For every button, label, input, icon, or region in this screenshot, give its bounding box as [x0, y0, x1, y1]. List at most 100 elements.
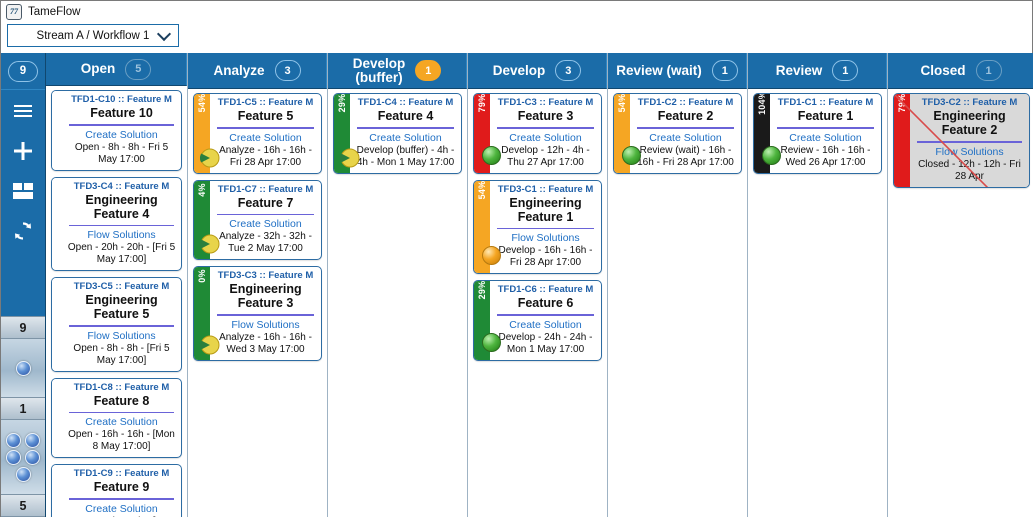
chevron-down-icon	[156, 26, 172, 41]
card-type: Create Solution	[649, 131, 722, 144]
card-meta: Develop (buffer) - 4h - 4h - Mon 1 May 1…	[356, 144, 455, 168]
column-body-develop: 79% TFD1-C3 :: Feature M Feature 3 Create S…	[468, 89, 607, 517]
card-progress-strip	[52, 91, 62, 170]
card-meta: Develop - 12h - 4h - Thu 27 Apr 17:00	[501, 144, 590, 168]
card[interactable]: TFD1-C9 :: Feature M Feature 9 Create Solu…	[51, 464, 182, 517]
sidebar-orb-panel-cluster[interactable]	[1, 420, 45, 494]
card-progress-percent: 54%	[197, 93, 207, 113]
card[interactable]: 4% TFD1-C7 :: Feature M Feature 7 Create So…	[193, 179, 322, 260]
card[interactable]: 29% TFD1-C4 :: Feature M Feature 4 Create S…	[333, 93, 462, 174]
card-code: TFD1-C5 :: Feature M	[217, 97, 314, 108]
window-title: TameFlow	[28, 5, 81, 18]
card-body: TFD1-C3 :: Feature M Feature 3 Create Solu…	[490, 94, 601, 173]
card-title: Engineering Feature 2	[933, 109, 1006, 137]
board-layout-icon[interactable]	[12, 180, 34, 202]
column-develop: Develop 379% TFD1-C3 :: Feature M Feature 3…	[468, 53, 608, 517]
card-pacman-icon	[200, 335, 220, 354]
sidebar-counter-1: 9	[1, 316, 45, 339]
stream-workflow-select[interactable]: Stream A / Workflow 1	[7, 24, 179, 47]
menu-icon[interactable]	[12, 100, 34, 122]
card-body: TFD3-C2 :: Feature M Engineering Feature …	[910, 94, 1029, 187]
card[interactable]: 0% TFD3-C3 :: Feature M Engineering Featur…	[193, 266, 322, 361]
sidebar: 9 9 1 5	[1, 53, 46, 517]
column-title: Develop (buffer)	[352, 55, 406, 85]
card-title: Feature 6	[517, 296, 574, 310]
card[interactable]: 54% TFD1-C2 :: Feature M Feature 2Create S…	[613, 93, 742, 174]
card-divider	[217, 314, 314, 316]
card-status-dot-icon	[482, 332, 501, 352]
card[interactable]: 29% TFD1-C6 :: Feature M Feature 6 Create S…	[473, 280, 602, 361]
card-meta: Analyze - 16h - 16h - Wed 3 May 17:00	[219, 331, 312, 355]
card-meta: Open - 8h - 8h - Fri 5 May 17:00	[74, 141, 169, 165]
orb-icon	[6, 449, 21, 465]
card-divider	[217, 213, 314, 215]
card[interactable]: TFD3-C4 :: Feature M Engineering Feature …	[51, 176, 182, 272]
card-body: TFD1-C8 :: Feature M Feature 8 Create Solu…	[62, 379, 181, 458]
column-wip-badge: 3	[274, 60, 301, 81]
card-type: Create Solution	[85, 128, 158, 141]
card-code: TFD1-C6 :: Feature M	[497, 284, 594, 295]
card[interactable]: 79% TFD1-C3 :: Feature M Feature 3 Create S…	[473, 93, 602, 174]
card-code: TFD1-C2 :: Feature M	[637, 97, 734, 108]
column-analyze: Analyze 3 54% TFD1-C5 :: Feature M Feature 5…	[188, 53, 328, 517]
card-body: TFD1-C10 :: Feature M Feature 10Create So…	[62, 91, 181, 170]
column-header-develop-buffer[interactable]: Develop (buffer) 1	[328, 53, 467, 89]
column-wip-badge: 1	[832, 60, 859, 81]
column-open: Open 5TFD1-C10 :: Feature M Feature 10Crea…	[46, 53, 188, 517]
card-code: TFD3-C2 :: Feature M	[921, 97, 1018, 108]
card[interactable]: 54% TFD1-C5 :: Feature M Feature 5 Create S…	[193, 93, 322, 174]
card[interactable]: TFD3-C5 :: Feature M Engineering Feature …	[51, 277, 182, 372]
card[interactable]: 104% TFD1-C1 :: Feature M Feature 1 Create …	[753, 93, 882, 174]
card-title: Feature 2	[657, 109, 714, 123]
orb-icon	[25, 432, 40, 448]
card-type: Flow Solutions	[231, 318, 300, 331]
card-pacman-icon	[200, 234, 220, 254]
card-progress-percent: 29%	[337, 93, 347, 113]
orb-cluster-icon	[6, 432, 41, 482]
tameflow-logo-icon: 77	[6, 3, 22, 20]
card-divider	[497, 314, 594, 316]
card-divider	[217, 127, 314, 129]
refresh-icon[interactable]	[12, 220, 34, 242]
card-progress-percent: 54%	[617, 93, 627, 113]
card-type: Create Solution	[229, 218, 302, 230]
card-divider	[69, 224, 174, 227]
sidebar-orb-panel-single[interactable]	[1, 339, 45, 397]
card-code: TFD1-C9 :: Feature M	[73, 468, 170, 480]
card-divider	[777, 127, 874, 129]
card-divider	[917, 141, 1022, 143]
column-header-review-wait[interactable]: Review (wait) 1	[608, 53, 747, 89]
column-title: Open	[80, 61, 116, 77]
card-meta: Open - 16h - 16h - [Mon 8 May 17:00]	[68, 429, 175, 453]
card-type: Flow Solutions	[87, 329, 156, 342]
card-pacman-icon	[200, 148, 220, 167]
add-icon[interactable]	[12, 140, 34, 162]
card-type: Create Solution	[789, 131, 862, 144]
column-header-closed[interactable]: Closed 1	[888, 53, 1033, 89]
card-title: Feature 10	[90, 106, 153, 121]
card-meta: Closed - 12h - 12h - Fri 28 Apr	[918, 158, 1021, 182]
card-divider	[637, 127, 734, 129]
card-divider	[69, 325, 174, 327]
card-type: Create Solution	[369, 131, 442, 144]
card-code: TFD1-C8 :: Feature M	[73, 381, 170, 393]
stream-workflow-value: Stream A / Workflow 1	[36, 29, 150, 42]
card[interactable]: TFD1-C8 :: Feature M Feature 8 Create Solu…	[51, 377, 182, 459]
card-meta: Analyze - 32h - 32h - Tue 2 May 17:00	[219, 231, 312, 254]
column-header-open[interactable]: Open 5	[46, 53, 187, 87]
column-title: Analyze	[213, 62, 265, 78]
card[interactable]: TFD1-C10 :: Feature M Feature 10Create So…	[51, 90, 182, 171]
column-review-wait: Review (wait) 154% TFD1-C2 :: Feature M Fea…	[608, 53, 748, 517]
card-divider	[357, 127, 454, 129]
column-body-open: TFD1-C10 :: Feature M Feature 10Create So…	[46, 86, 187, 517]
column-header-develop[interactable]: Develop 3	[468, 53, 607, 89]
card-type: Flow Solutions	[935, 145, 1004, 158]
column-header-review[interactable]: Review 1	[748, 53, 887, 89]
column-header-analyze[interactable]: Analyze 3	[188, 53, 327, 89]
card[interactable]: 79% TFD3-C2 :: Feature M Engineering Featu…	[893, 93, 1030, 188]
card-title: Feature 8	[93, 393, 150, 408]
column-wip-badge: 3	[555, 60, 582, 81]
card-code: TFD1-C3 :: Feature M	[497, 97, 594, 108]
card[interactable]: 54% TFD3-C1 :: Feature M Engineering Featu…	[473, 179, 602, 274]
card-code: TFD1-C10 :: Feature M	[71, 94, 172, 106]
